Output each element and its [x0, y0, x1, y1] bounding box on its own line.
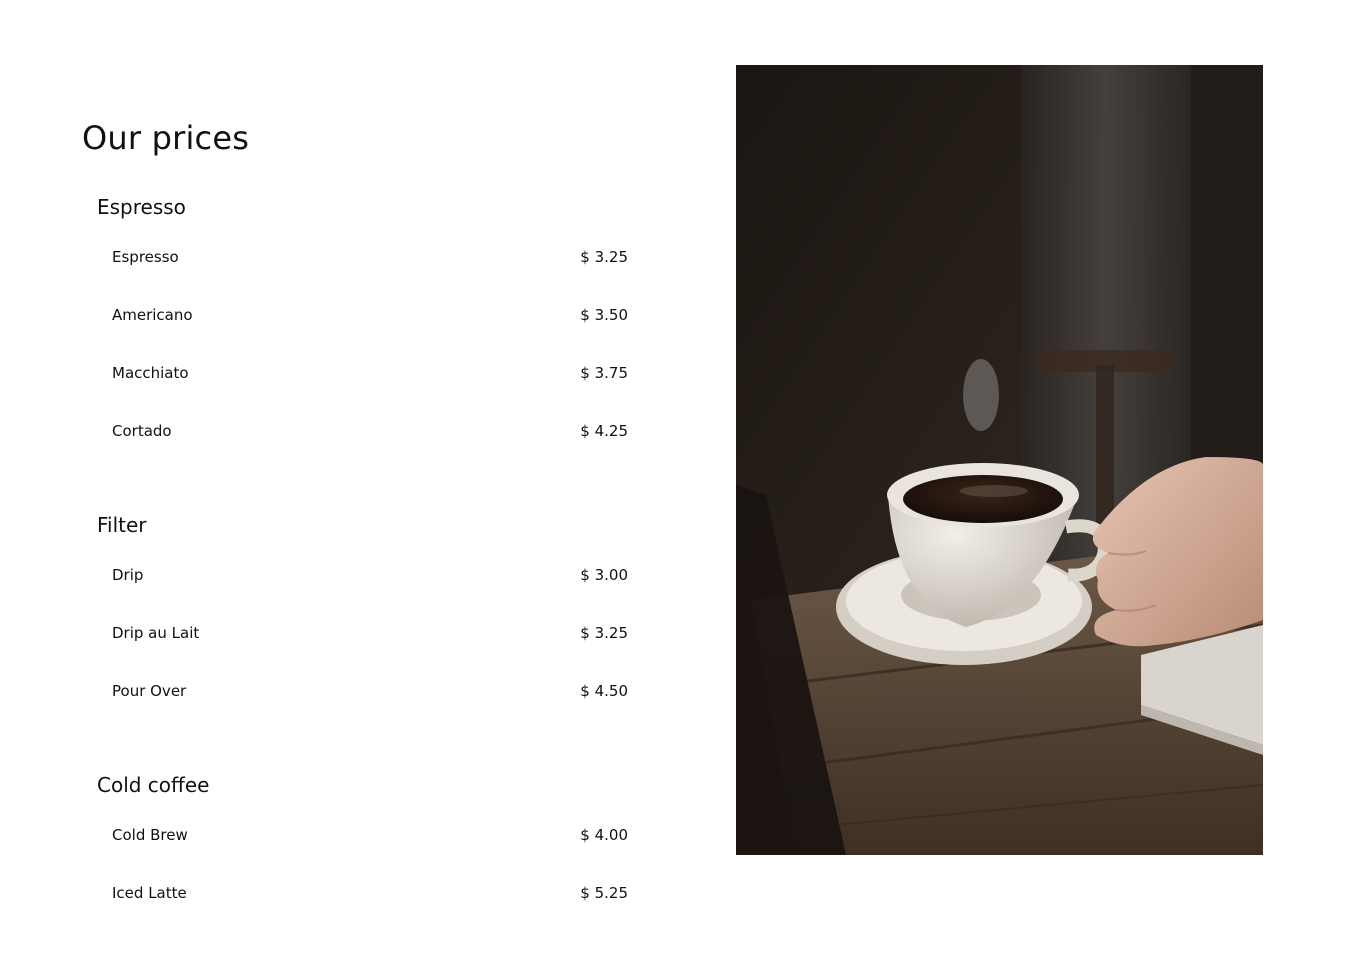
price-menu: Our prices Espresso Espresso $ 3.25 Amer… — [82, 0, 642, 960]
menu-item-name: Americano — [112, 306, 193, 324]
menu-item-name: Espresso — [112, 248, 179, 266]
menu-item-name: Macchiato — [112, 364, 189, 382]
menu-item-name: Drip au Lait — [112, 624, 200, 642]
menu-item: Macchiato $ 3.75 — [112, 361, 628, 385]
menu-item: Americano $ 3.50 — [112, 303, 628, 327]
menu-item-price: $ 5.25 — [580, 884, 628, 902]
menu-item: Iced Latte $ 5.25 — [112, 881, 628, 905]
menu-item-price: $ 3.25 — [580, 624, 628, 642]
menu-item-name: Drip — [112, 566, 144, 584]
page-title: Our prices — [82, 119, 250, 157]
menu-item-price: $ 4.50 — [580, 682, 628, 700]
menu-item: Drip au Lait $ 3.25 — [112, 621, 628, 645]
menu-item-price: $ 3.00 — [580, 566, 628, 584]
coffee-cup-photo — [736, 65, 1263, 855]
menu-item: Drip $ 3.00 — [112, 563, 628, 587]
menu-item-price: $ 4.25 — [580, 422, 628, 440]
menu-item: Espresso $ 3.25 — [112, 245, 628, 269]
coffee-cup-illustration — [736, 65, 1263, 855]
menu-item-name: Pour Over — [112, 682, 187, 700]
menu-item-price: $ 3.50 — [580, 306, 628, 324]
category-title-cold-coffee: Cold coffee — [97, 773, 210, 797]
menu-item-price: $ 3.75 — [580, 364, 628, 382]
category-title-espresso: Espresso — [97, 195, 186, 219]
menu-item-name: Iced Latte — [112, 884, 187, 902]
category-title-filter: Filter — [97, 513, 147, 537]
menu-item-name: Cortado — [112, 422, 172, 440]
menu-item: Cortado $ 4.25 — [112, 419, 628, 443]
menu-item-price: $ 4.00 — [580, 826, 628, 844]
menu-item-name: Cold Brew — [112, 826, 188, 844]
menu-item: Cold Brew $ 4.00 — [112, 823, 628, 847]
menu-item: Pour Over $ 4.50 — [112, 679, 628, 703]
menu-item-price: $ 3.25 — [580, 248, 628, 266]
